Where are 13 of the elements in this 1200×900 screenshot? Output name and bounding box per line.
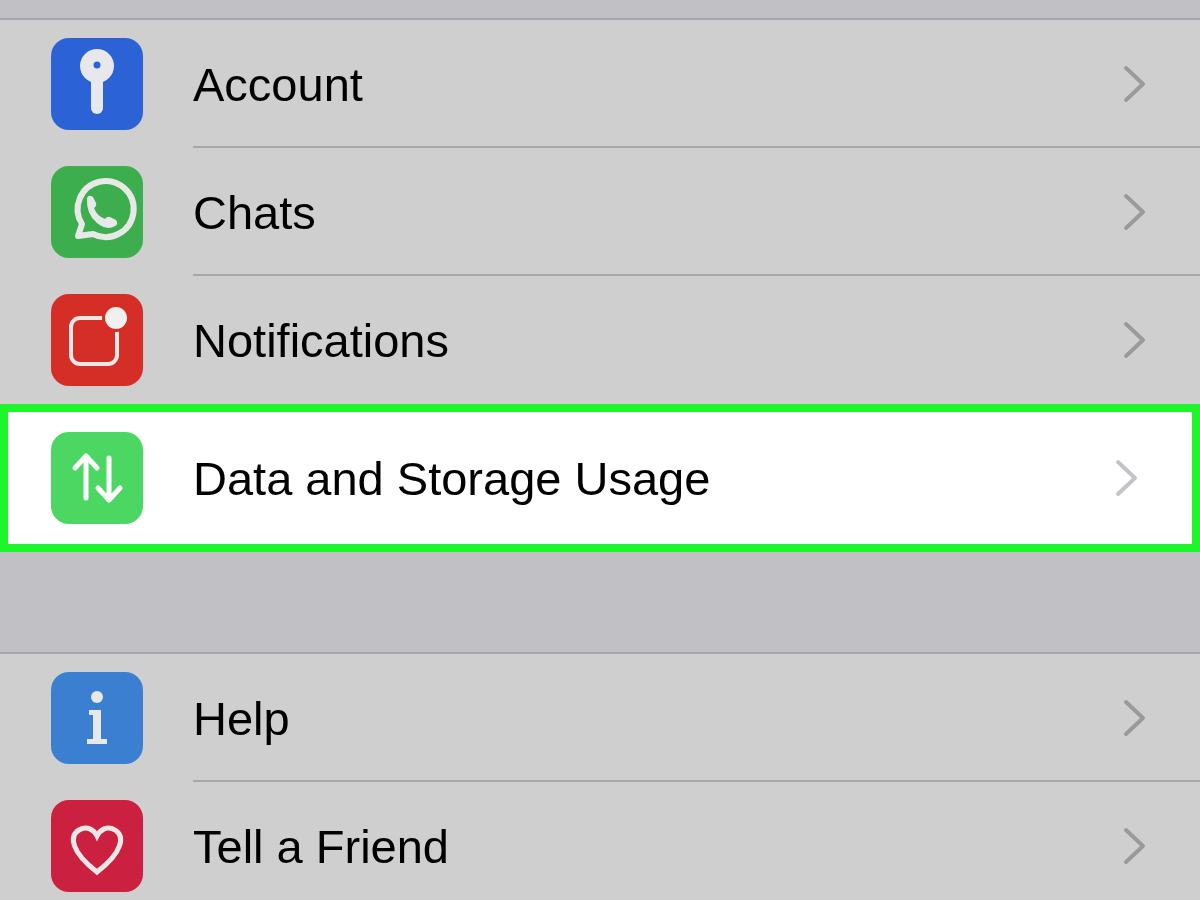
chevron-icon: [1122, 192, 1148, 232]
chevron-icon: [1122, 64, 1148, 104]
chevron-icon: [1122, 698, 1148, 738]
row-label: Chats: [193, 184, 317, 240]
row-label: Help: [193, 690, 291, 746]
row-label: Data and Storage Usage: [193, 450, 712, 506]
row-label: Tell a Friend: [193, 818, 450, 874]
chevron-icon: [1122, 320, 1148, 360]
row-label: Account: [193, 56, 364, 112]
chevron-icon: [1114, 458, 1140, 498]
selected-settings-row[interactable]: Data and Storage Usage: [0, 404, 1200, 552]
chevron-icon: [1122, 826, 1148, 866]
row-label: Notifications: [193, 312, 450, 368]
